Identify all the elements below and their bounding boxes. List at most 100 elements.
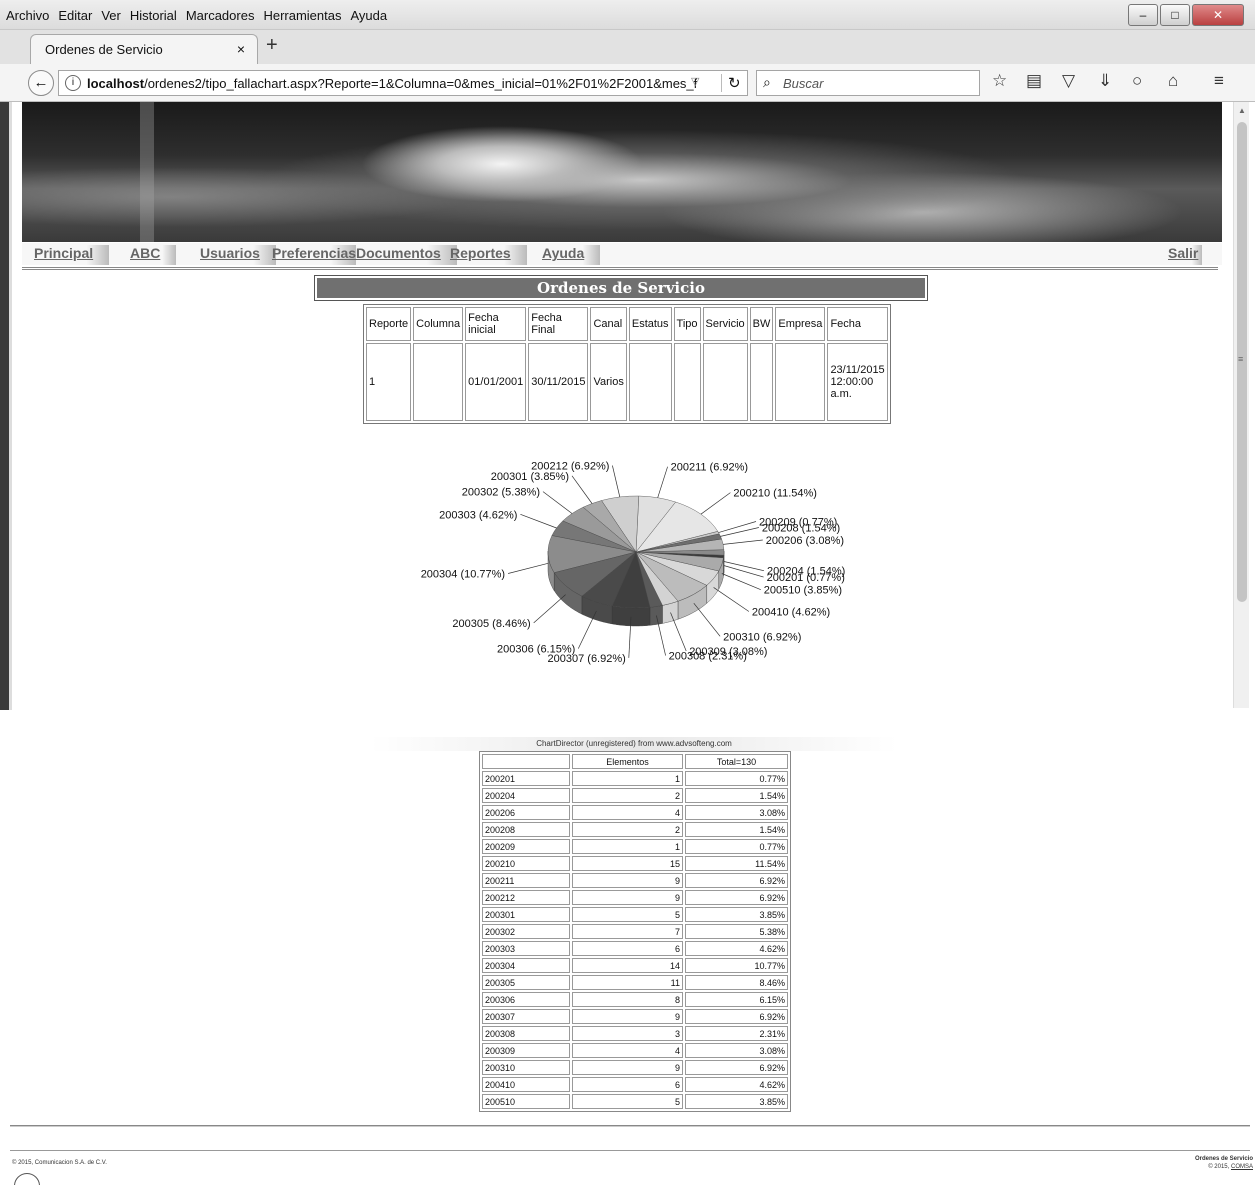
pie-leader-line (533, 594, 566, 624)
table-cell: 200306 (482, 992, 570, 1007)
footer-comsa-link[interactable]: COMSA (1231, 1164, 1253, 1170)
menu-icon[interactable]: ≡ (1214, 71, 1224, 91)
footer-right-year: © 2015, (1208, 1164, 1230, 1170)
menu-editar[interactable]: Editar (58, 8, 92, 23)
address-bar[interactable]: i localhost/ordenes2/tipo_fallachart.asp… (58, 70, 748, 96)
new-tab-button[interactable]: + (266, 34, 278, 57)
search-input[interactable]: ⌕ Buscar (756, 70, 980, 96)
table-row: 200310 9 6.92% (482, 1060, 788, 1075)
pie-label: 200410 (4.62%) (752, 607, 830, 619)
table-cell: 200210 (482, 856, 570, 871)
table-cell: 200510 (482, 1094, 570, 1109)
menu-ayuda[interactable]: Ayuda (350, 8, 387, 23)
table-cell: 6 (572, 941, 683, 956)
close-tab-icon[interactable]: × (237, 41, 245, 57)
footer-rule-bottom (10, 1150, 1250, 1151)
table-cell: 11 (572, 975, 683, 990)
params-value-cell (749, 343, 774, 421)
menu-archivo[interactable]: Archivo (6, 8, 49, 23)
params-value-cell: Varios (590, 343, 627, 421)
vertical-scrollbar[interactable]: ▲ ≡ (1233, 102, 1249, 708)
page-title: Ordenes de Servicio (317, 278, 925, 298)
table-cell: 8 (572, 992, 683, 1007)
pocket-icon[interactable]: ▽ (1062, 71, 1075, 91)
table-row: 200306 8 6.15% (482, 992, 788, 1007)
pie-leader-line (520, 513, 557, 529)
search-placeholder: Buscar (783, 76, 824, 91)
table-cell: 10.77% (685, 958, 788, 973)
table-cell: 200301 (482, 907, 570, 922)
params-header-cell: Estatus (628, 307, 672, 341)
pie-slice-side (649, 605, 663, 626)
dropdown-arrow-icon[interactable]: ▽ (691, 75, 699, 88)
pie-label: 200310 (6.92%) (723, 631, 801, 643)
table-cell: 1.54% (685, 822, 788, 837)
nav-separator (22, 267, 1218, 270)
browser-menubar: Archivo Editar Ver Historial Marcadores … (0, 0, 1255, 30)
table-row: 200302 7 5.38% (482, 924, 788, 939)
table-cell: 6.92% (685, 890, 788, 905)
table-cell: 14 (572, 958, 683, 973)
tab-ordenes[interactable]: Ordenes de Servicio × (30, 34, 258, 64)
table-cell: 200303 (482, 941, 570, 956)
download-icon[interactable]: ⇓ (1098, 71, 1112, 91)
menu-historial[interactable]: Historial (130, 8, 177, 23)
star-icon[interactable]: ☆ (992, 71, 1007, 91)
menu-marcadores[interactable]: Marcadores (186, 8, 255, 23)
data-table: Elementos Total=130 200201 1 0.77% 200204 2 1… (479, 751, 791, 1112)
table-cell: 4 (572, 805, 683, 820)
site-nav: Principal ABC Usuarios Preferencias Docu… (22, 243, 1222, 265)
nav-abc[interactable]: ABC (130, 245, 177, 265)
table-cell: 1.54% (685, 788, 788, 803)
menu-items: Archivo Editar Ver Historial Marcadores … (6, 8, 387, 23)
table-row: 200410 6 4.62% (482, 1077, 788, 1092)
home-icon[interactable]: ⌂ (1168, 71, 1178, 91)
params-header-cell: Servicio (702, 307, 748, 341)
scroll-grip-icon: ≡ (1238, 354, 1244, 364)
table-cell: 200305 (482, 975, 570, 990)
globe-icon: i (65, 75, 81, 91)
scroll-up-icon[interactable]: ▲ (1238, 106, 1246, 115)
minimize-button[interactable]: ‒ (1128, 4, 1158, 26)
nav-salir[interactable]: Salir (1168, 245, 1203, 265)
tab-strip: Ordenes de Servicio × (0, 30, 1255, 64)
nav-preferencias[interactable]: Preferencias (272, 245, 357, 265)
params-value-cell: 01/01/2001 (465, 343, 527, 421)
table-row: 200201 1 0.77% (482, 771, 788, 786)
table-cell: 6.15% (685, 992, 788, 1007)
table-cell: 2 (572, 822, 683, 837)
nav-reportes[interactable]: Reportes (450, 245, 527, 265)
params-value-cell (673, 343, 701, 421)
table-row: 200210 15 11.54% (482, 856, 788, 871)
menu-herramientas[interactable]: Herramientas (263, 8, 341, 23)
back-icon[interactable]: ← (28, 70, 54, 96)
footer-right-title: Ordenes de Servicio (1194, 1156, 1253, 1162)
reload-icon[interactable]: ↻ (721, 74, 741, 92)
params-value-cell: 1 (366, 343, 412, 421)
nav-ayuda[interactable]: Ayuda (542, 245, 601, 265)
table-cell: 5.38% (685, 924, 788, 939)
params-value-cell (628, 343, 672, 421)
data-header-cell: Elementos (572, 754, 683, 769)
nav-documentos[interactable]: Documentos (356, 245, 457, 265)
table-cell: 4 (572, 1043, 683, 1058)
chat-icon[interactable]: ○ (1132, 71, 1142, 91)
nav-principal[interactable]: Principal (34, 245, 110, 265)
table-cell: 5 (572, 907, 683, 922)
pie-chart: 200201 (0.77%)200204 (1.54%)200206 (3.08… (421, 461, 846, 665)
reading-list-icon[interactable]: ▤ (1026, 71, 1042, 91)
params-header-cell: Tipo (673, 307, 701, 341)
pie-label: 200309 (3.08%) (689, 646, 767, 658)
maximize-button[interactable]: □ (1160, 4, 1190, 26)
chart-credit: ChartDirector (unregistered) from www.ad… (370, 737, 898, 751)
close-window-button[interactable]: ✕ (1192, 4, 1244, 26)
menu-ver[interactable]: Ver (101, 8, 121, 23)
pie-leader-line (693, 602, 721, 637)
table-cell: 9 (572, 873, 683, 888)
table-row: 200308 3 2.31% (482, 1026, 788, 1041)
params-value-row: 1 01/01/2001 30/11/2015 Varios 23/11/201… (366, 343, 888, 421)
pie-label: 200209 (0.77%) (759, 517, 837, 529)
pie-leader-line (718, 521, 757, 533)
pie-leader-line (508, 562, 549, 574)
nav-usuarios[interactable]: Usuarios (200, 245, 276, 265)
